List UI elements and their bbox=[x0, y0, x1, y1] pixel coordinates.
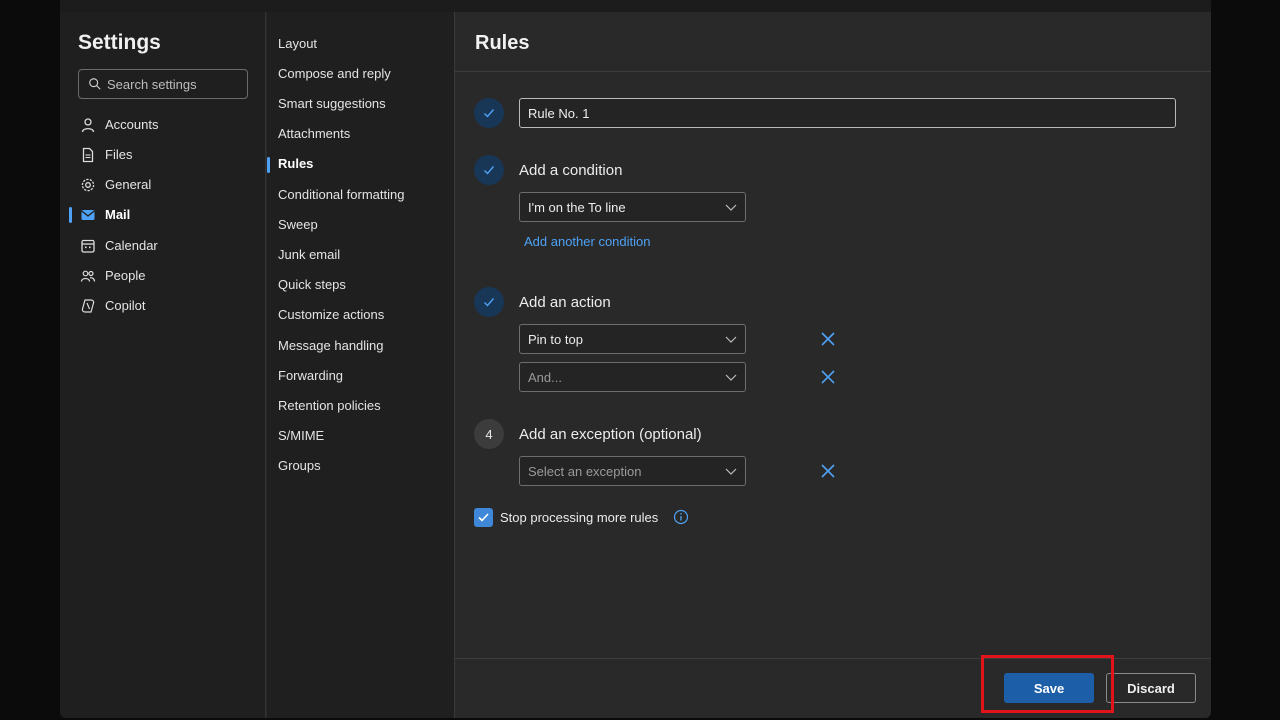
people-icon bbox=[80, 270, 96, 282]
subnav-item-sweep[interactable]: Sweep bbox=[278, 215, 318, 235]
search-box[interactable] bbox=[78, 69, 248, 99]
subnav-item-customize-actions[interactable]: Customize actions bbox=[278, 305, 384, 325]
settings-window: Settings Accounts Files General Mail Cal… bbox=[60, 0, 1211, 718]
chevron-down-icon bbox=[725, 468, 737, 475]
chevron-down-icon bbox=[725, 374, 737, 381]
stop-processing-label: Stop processing more rules bbox=[500, 510, 659, 525]
save-highlight-box bbox=[981, 655, 1114, 713]
step-3-complete bbox=[474, 287, 504, 317]
subnav-item-quick-steps[interactable]: Quick steps bbox=[278, 275, 346, 295]
nav-label-accounts: Accounts bbox=[105, 117, 159, 132]
stop-processing-checkbox[interactable] bbox=[474, 508, 493, 527]
add-another-condition-link[interactable]: Add another condition bbox=[524, 234, 650, 249]
step-4-number: 4 bbox=[474, 419, 504, 449]
top-bar bbox=[60, 0, 1211, 12]
discard-button[interactable]: Discard bbox=[1106, 673, 1196, 703]
nav-item-people[interactable]: People bbox=[60, 262, 265, 290]
search-input[interactable] bbox=[107, 75, 243, 93]
mail-subnav: Layout Compose and reply Smart suggestio… bbox=[267, 12, 455, 718]
subnav-item-smime[interactable]: S/MIME bbox=[278, 426, 324, 446]
header-divider bbox=[455, 71, 1211, 72]
nav-item-accounts[interactable]: Accounts bbox=[60, 111, 265, 139]
action-dropdown[interactable]: Pin to top bbox=[519, 324, 746, 354]
copilot-icon bbox=[81, 299, 95, 313]
calendar-icon bbox=[81, 239, 95, 253]
nav-label-files: Files bbox=[105, 147, 133, 162]
settings-nav: Settings Accounts Files General Mail Cal… bbox=[60, 12, 266, 718]
nav-label-people: People bbox=[105, 268, 146, 283]
subnav-active-indicator bbox=[267, 157, 270, 173]
person-icon bbox=[81, 118, 95, 133]
subnav-item-retention-policies[interactable]: Retention policies bbox=[278, 396, 381, 416]
second-action-dropdown[interactable]: And... bbox=[519, 362, 746, 392]
condition-selected: I'm on the To line bbox=[528, 200, 626, 215]
info-icon[interactable] bbox=[673, 509, 689, 525]
step-1-complete bbox=[474, 98, 504, 128]
exception-placeholder: Select an exception bbox=[528, 464, 642, 479]
nav-label-mail: Mail bbox=[105, 207, 131, 222]
second-action-placeholder: And... bbox=[528, 370, 562, 385]
subnav-item-layout[interactable]: Layout bbox=[278, 34, 317, 54]
action-selected: Pin to top bbox=[528, 332, 583, 347]
nav-label-calendar: Calendar bbox=[105, 238, 158, 253]
nav-item-copilot[interactable]: Copilot bbox=[60, 292, 265, 320]
search-icon bbox=[89, 78, 101, 90]
exception-label: Add an exception (optional) bbox=[519, 426, 702, 443]
check-icon bbox=[484, 298, 495, 307]
check-icon bbox=[484, 109, 495, 118]
nav-item-general[interactable]: General bbox=[60, 171, 265, 199]
remove-exception-close-icon[interactable] bbox=[819, 462, 837, 480]
subnav-item-forwarding[interactable]: Forwarding bbox=[278, 366, 343, 386]
settings-title: Settings bbox=[78, 31, 161, 54]
nav-label-copilot: Copilot bbox=[105, 298, 146, 313]
chevron-down-icon bbox=[725, 336, 737, 343]
exception-dropdown[interactable]: Select an exception bbox=[519, 456, 746, 486]
gear-icon bbox=[81, 178, 95, 192]
rule-name-input[interactable] bbox=[519, 98, 1176, 128]
subnav-item-conditional-formatting[interactable]: Conditional formatting bbox=[278, 185, 404, 205]
remove-second-action-close-icon[interactable] bbox=[819, 368, 837, 386]
subnav-item-junk-email[interactable]: Junk email bbox=[278, 245, 340, 265]
step-2-complete bbox=[474, 155, 504, 185]
mail-icon bbox=[81, 210, 95, 220]
active-indicator bbox=[69, 207, 72, 223]
subnav-item-message-handling[interactable]: Message handling bbox=[278, 336, 384, 356]
condition-dropdown[interactable]: I'm on the To line bbox=[519, 192, 746, 222]
nav-item-calendar[interactable]: Calendar bbox=[60, 232, 265, 260]
condition-label: Add a condition bbox=[519, 162, 623, 179]
subnav-item-attachments[interactable]: Attachments bbox=[278, 124, 350, 144]
nav-label-general: General bbox=[105, 177, 152, 192]
subnav-item-smart-suggestions[interactable]: Smart suggestions bbox=[278, 94, 386, 114]
nav-item-files[interactable]: Files bbox=[60, 141, 265, 169]
action-label: Add an action bbox=[519, 294, 611, 311]
subnav-item-compose[interactable]: Compose and reply bbox=[278, 64, 391, 84]
check-icon bbox=[484, 166, 495, 175]
nav-item-mail[interactable]: Mail bbox=[60, 201, 265, 229]
rules-editor: Rules Add a condition I'm on the To line… bbox=[455, 12, 1211, 718]
checkmark-icon bbox=[478, 513, 489, 522]
page-title: Rules bbox=[475, 32, 530, 54]
file-icon bbox=[82, 147, 94, 163]
remove-action-close-icon[interactable] bbox=[819, 330, 837, 348]
subnav-item-groups[interactable]: Groups bbox=[278, 456, 321, 476]
subnav-item-rules[interactable]: Rules bbox=[278, 154, 313, 174]
chevron-down-icon bbox=[725, 204, 737, 211]
